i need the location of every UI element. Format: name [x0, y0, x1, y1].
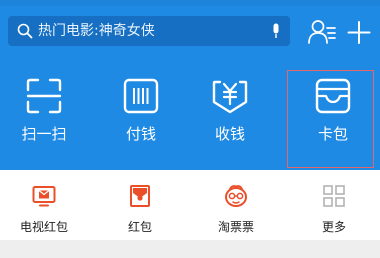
more-grid-icon — [323, 185, 345, 207]
scan-icon — [26, 78, 62, 114]
contacts-icon[interactable] — [307, 18, 337, 46]
shortcut-label: 电视红包 — [19, 220, 68, 234]
action-scan[interactable]: 扫一扫 — [13, 78, 75, 146]
plus-icon[interactable] — [344, 18, 374, 46]
action-pay[interactable]: 付钱 — [110, 78, 172, 146]
action-receive[interactable]: 收钱 — [199, 78, 261, 146]
tv-red-envelope-icon — [32, 186, 56, 207]
shortcut-red-envelope[interactable]: 红包 — [102, 184, 178, 238]
bottom-strip — [0, 240, 380, 258]
shortcut-taopiaopiao[interactable]: 淘票票 — [198, 184, 274, 238]
shortcut-label: 红包 — [127, 220, 152, 234]
search-placeholder: 热门电影:神奇女侠 — [38, 23, 155, 39]
microphone-icon[interactable] — [269, 23, 283, 39]
status-bar — [0, 0, 380, 6]
shortcut-label: 淘票票 — [217, 220, 254, 234]
highlight-box — [287, 70, 374, 168]
red-envelope-icon — [130, 185, 150, 207]
action-label: 收钱 — [214, 125, 245, 143]
action-label: 扫一扫 — [21, 125, 67, 143]
action-label: 付钱 — [125, 125, 156, 143]
barcode-icon — [123, 78, 159, 114]
search-icon — [17, 23, 33, 39]
search-bar[interactable]: 热门电影:神奇女侠 — [8, 16, 290, 46]
taopiaopiao-icon — [225, 185, 247, 207]
shortcut-label: 更多 — [321, 220, 346, 234]
shortcut-tv-red-envelope[interactable]: 电视红包 — [6, 184, 82, 238]
yuan-receipt-icon — [212, 80, 248, 114]
shortcut-more[interactable]: 更多 — [296, 184, 372, 238]
